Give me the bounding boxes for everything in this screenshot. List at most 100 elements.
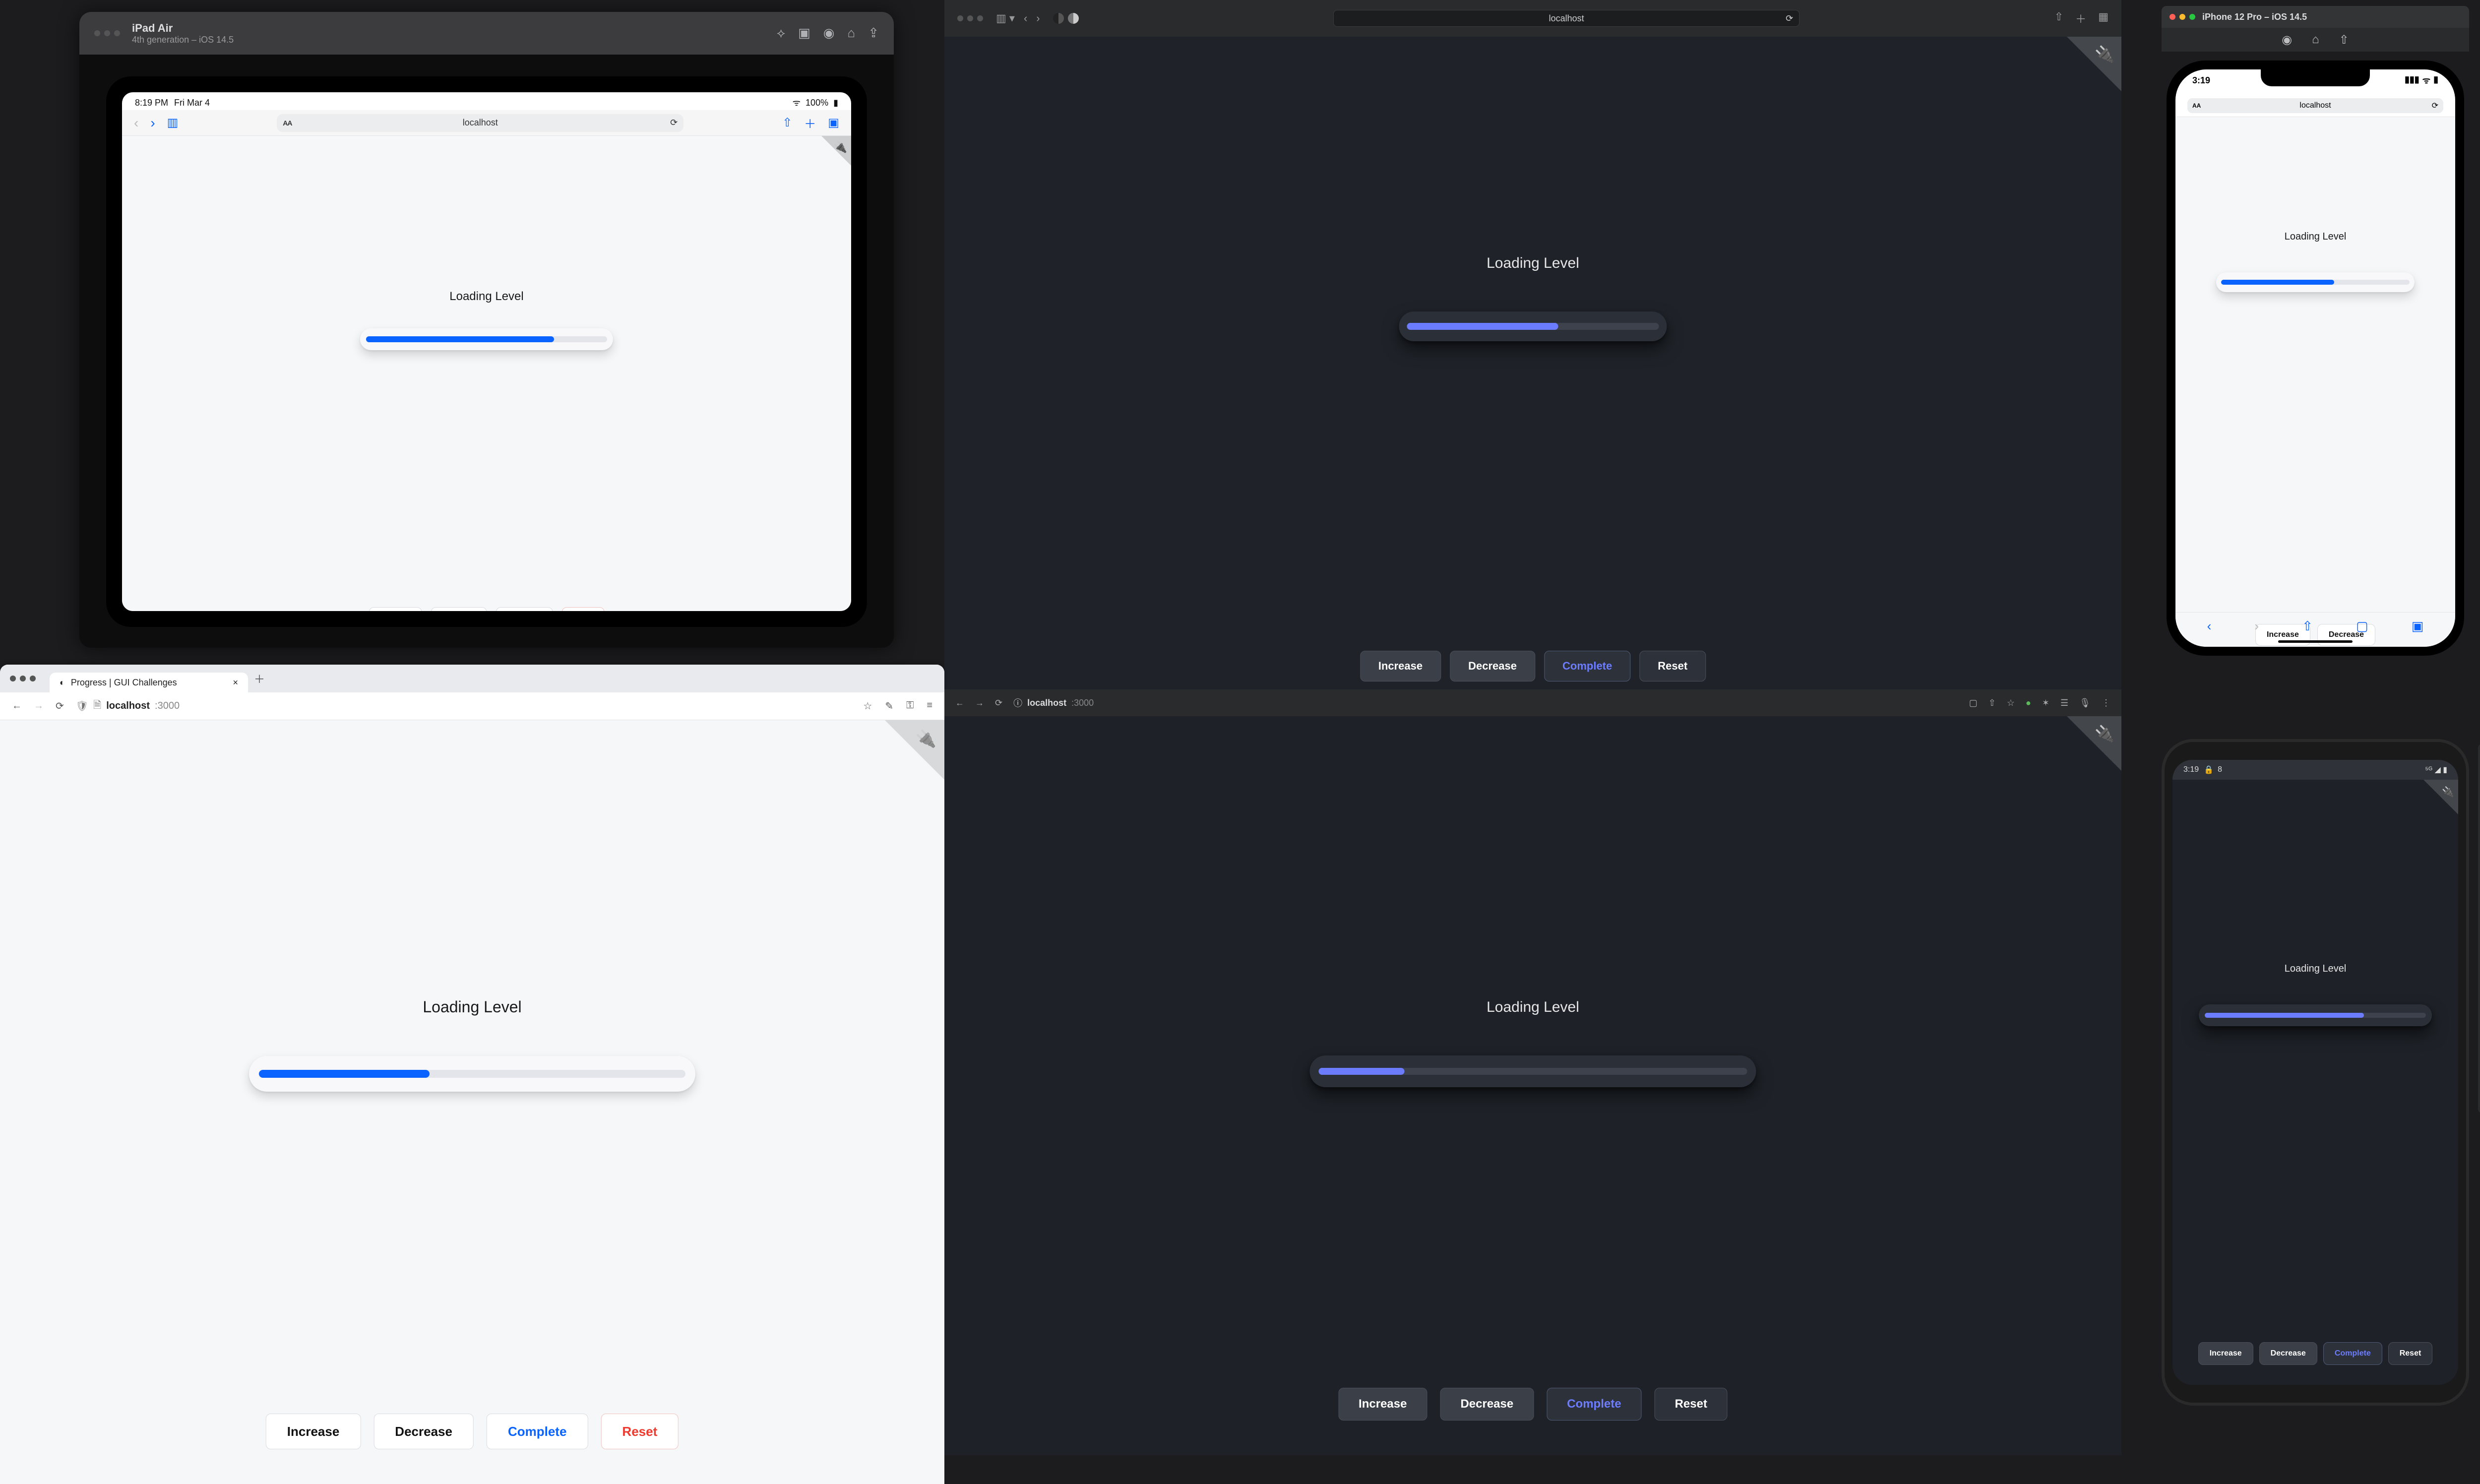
ext1-icon[interactable]: ● <box>2026 698 2031 708</box>
forward-button[interactable]: → <box>34 700 44 712</box>
page-content: 🔌 Loading Level Increase Decrease Comple… <box>2172 780 2458 1385</box>
share-icon[interactable]: ⇧ <box>2054 10 2063 26</box>
forward-button[interactable]: → <box>975 698 984 708</box>
traffic-lights[interactable] <box>94 30 120 36</box>
forward-button[interactable]: › <box>150 115 155 131</box>
complete-button[interactable]: Complete <box>1544 651 1630 681</box>
ipad-subtitle: 4th generation – iOS 14.5 <box>132 35 234 45</box>
share-icon[interactable]: ⇧ <box>2339 33 2349 47</box>
address-bar[interactable]: 🛡 🗎 localhost:3000 <box>76 698 852 715</box>
android-emulator: 3:19 🔒 8 ⁵ᴳ ◢ ▮ 🔌 Loading Level Increase <box>2162 739 2469 1406</box>
favicon: ◐ <box>60 678 65 688</box>
camera-icon[interactable]: ◉ <box>823 25 835 41</box>
back-button[interactable]: ‹ <box>2207 618 2212 634</box>
new-tab-icon[interactable]: ＋ <box>804 114 816 131</box>
ipad-device-frame: 8:19 PM Fri Mar 4 ᯤ 100% ▮ ‹ › ▥ AA loca… <box>106 76 867 627</box>
reload-icon[interactable]: ⟳ <box>670 118 678 128</box>
decrease-button[interactable]: Decrease <box>431 607 487 611</box>
address-bar[interactable]: AA localhost ⟳ <box>277 114 683 132</box>
home-icon[interactable]: ⌂ <box>847 25 855 41</box>
menu-icon[interactable]: ≡ <box>927 700 932 712</box>
progress-fill <box>259 1070 430 1078</box>
text-size-icon[interactable]: AA <box>2192 102 2201 109</box>
safari-chrome: ▥ ▾ ‹ › localhost ⟳ ⇧ ＋ ▦ <box>944 0 2121 37</box>
puzzle-icon[interactable]: ✶ <box>2042 698 2049 708</box>
iphone-controls: ◉ ⌂ ⇧ <box>2162 28 2469 52</box>
increase-button[interactable]: Increase <box>1338 1388 1427 1421</box>
reload-button[interactable]: ⟳ <box>995 698 1002 708</box>
star-icon[interactable]: ☆ <box>2007 698 2015 708</box>
reload-button[interactable]: ⟳ <box>56 700 64 712</box>
reset-button[interactable]: Reset <box>601 1414 679 1449</box>
decrease-button[interactable]: Decrease <box>2259 1342 2317 1365</box>
reload-icon[interactable]: ⟳ <box>2432 101 2438 111</box>
back-button[interactable]: ← <box>955 698 964 708</box>
increase-button[interactable]: Increase <box>1360 651 1441 681</box>
home-indicator <box>2278 640 2353 643</box>
tabs-icon[interactable]: ▣ <box>2412 618 2424 634</box>
complete-button[interactable]: Complete <box>2323 1342 2382 1365</box>
complete-button[interactable]: Complete <box>487 1414 588 1449</box>
new-tab-icon[interactable]: ＋ <box>2075 10 2086 26</box>
forward-button[interactable]: › <box>1036 12 1040 25</box>
address-bar[interactable]: localhost ⟳ <box>1333 10 1799 27</box>
close-tab-icon[interactable]: × <box>233 678 238 688</box>
key-icon[interactable]: ⚿ <box>906 700 914 712</box>
star-icon[interactable]: ☆ <box>863 700 872 712</box>
loading-label: Loading Level <box>2172 963 2458 975</box>
traffic-lights[interactable] <box>10 676 36 681</box>
pin-icon[interactable]: ⟡ <box>777 25 785 41</box>
home-icon[interactable]: ⌂ <box>2312 33 2319 47</box>
mic-icon[interactable]: 🎙 <box>2079 698 2091 708</box>
screenshot-icon[interactable]: ◉ <box>2282 33 2292 47</box>
complete-button[interactable]: Complete <box>1547 1388 1641 1421</box>
reset-button[interactable]: Reset <box>562 607 605 611</box>
share-icon[interactable]: ⇪ <box>868 25 879 41</box>
reload-icon[interactable]: ⟳ <box>1786 13 1793 24</box>
decrease-button[interactable]: Decrease <box>1450 651 1535 681</box>
url-host: localhost <box>106 700 150 712</box>
address-bar[interactable]: ⓘ localhost:3000 <box>1013 696 1094 709</box>
screenshot-icon[interactable]: ▣ <box>798 25 810 41</box>
forward-button[interactable]: › <box>2254 618 2259 634</box>
increase-button[interactable]: Increase <box>2198 1342 2253 1365</box>
brush-icon[interactable]: ✎ <box>885 700 893 712</box>
loading-label: Loading Level <box>944 999 2121 1016</box>
back-button[interactable]: ‹ <box>1024 12 1027 25</box>
cast-icon[interactable]: ▢ <box>1969 698 1978 708</box>
wifi-icon: ᯤ <box>793 97 801 109</box>
complete-button[interactable]: Complete <box>496 607 553 611</box>
tabs-icon[interactable]: ▦ <box>2098 10 2108 26</box>
url-bar: ← → ⟳ 🛡 🗎 localhost:3000 ☆ ✎ ⚿ ≡ <box>0 692 944 720</box>
reset-button[interactable]: Reset <box>1639 651 1706 681</box>
address-bar[interactable]: AA localhost ⟳ <box>2187 98 2443 113</box>
decrease-button[interactable]: Decrease <box>373 1414 474 1449</box>
info-icon[interactable]: ⓘ <box>1013 696 1022 709</box>
theme-toggle-light[interactable] <box>1068 13 1079 24</box>
bookmarks-icon[interactable]: ▢ <box>2356 618 2368 634</box>
reset-button[interactable]: Reset <box>1655 1388 1728 1421</box>
menu-icon[interactable]: ⋮ <box>2102 698 2110 708</box>
back-button[interactable]: ‹ <box>134 115 138 131</box>
increase-button[interactable]: Increase <box>266 1414 361 1449</box>
share-icon[interactable]: ⇧ <box>2302 618 2313 634</box>
shield-icon[interactable]: 🛡 <box>76 700 88 712</box>
browser-tab[interactable]: ◐ Progress | GUI Challenges × <box>50 673 248 692</box>
traffic-lights[interactable] <box>2170 14 2195 20</box>
back-button[interactable]: ← <box>12 700 22 712</box>
theme-toggle-dark[interactable] <box>1053 13 1064 24</box>
text-size-icon[interactable]: AA <box>283 119 292 127</box>
sidebar-icon[interactable]: ▥ <box>167 116 179 130</box>
reset-button[interactable]: Reset <box>2388 1342 2433 1365</box>
increase-button[interactable]: Increase <box>369 607 422 611</box>
list-icon[interactable]: ☰ <box>2060 698 2068 708</box>
ipad-statusbar: 8:19 PM Fri Mar 4 ᯤ 100% ▮ <box>122 95 851 110</box>
tabs-icon[interactable]: ▣ <box>828 116 839 130</box>
decrease-button[interactable]: Decrease <box>1440 1388 1534 1421</box>
sidebar-icon[interactable]: ▥ ▾ <box>996 12 1015 25</box>
share-icon[interactable]: ⇧ <box>782 116 792 130</box>
traffic-lights[interactable] <box>957 15 983 21</box>
info-icon[interactable]: 🗎 <box>93 698 101 715</box>
new-tab-button[interactable]: ＋ <box>254 671 265 686</box>
share-icon[interactable]: ⇧ <box>1988 698 1996 708</box>
